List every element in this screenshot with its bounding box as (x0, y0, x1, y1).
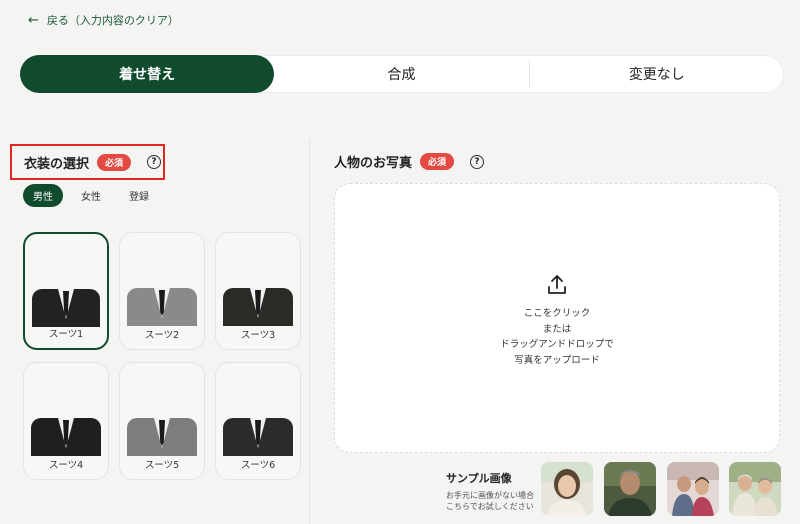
gender-tab-male[interactable]: 男性 (23, 184, 63, 207)
arrow-left-icon: ← (28, 12, 39, 28)
sample-person-image (729, 462, 781, 516)
photo-section-title: 人物のお写真 必須 ? (334, 152, 485, 171)
required-badge: 必須 (97, 153, 132, 171)
help-icon[interactable]: ? (470, 154, 485, 169)
suit-image (32, 289, 100, 327)
suit-image (127, 418, 197, 456)
tab-no-change[interactable]: 変更なし (530, 55, 784, 93)
suit-image (31, 418, 101, 456)
sample-thumbnail-couple[interactable] (667, 462, 719, 516)
costume-card-label: スーツ6 (240, 460, 276, 471)
mode-tabs: 着せ替え 合成 変更なし (20, 55, 784, 93)
back-link[interactable]: ← 戻る（入力内容のクリア） (28, 12, 179, 28)
costume-title: 衣装の選択 (24, 156, 90, 172)
sample-thumbnail-woman[interactable] (541, 462, 593, 516)
upload-icon (548, 275, 566, 294)
costume-section-title: 衣装の選択 必須 ? (10, 144, 165, 180)
sample-title: サンプル画像 (446, 472, 512, 485)
gender-tab-female[interactable]: 女性 (71, 184, 111, 207)
tab-dress-up[interactable]: 着せ替え (20, 55, 275, 93)
required-badge: 必須 (420, 153, 455, 170)
help-icon[interactable]: ? (147, 155, 162, 169)
costume-card-label: スーツ5 (144, 460, 180, 471)
costume-card[interactable]: スーツ6 (215, 362, 301, 480)
upload-line: または (542, 323, 572, 335)
costume-card[interactable]: スーツ3 (215, 232, 301, 350)
upload-line: ドラッグアンドドロップで (500, 339, 614, 350)
costume-card-label: スーツ4 (48, 460, 84, 471)
suit-image (223, 418, 293, 456)
photo-title: 人物のお写真 (334, 156, 413, 171)
photo-upload-dropzone[interactable]: ここをクリック または ドラッグアンドドロップで 写真をアップロード (334, 183, 780, 453)
sample-thumbnail-elderly-couple[interactable] (729, 462, 781, 516)
sample-person-image (604, 462, 656, 516)
upload-instructions: ここをクリック または ドラッグアンドドロップで 写真をアップロード (335, 306, 779, 368)
sample-section: サンプル画像 お手元に画像がない場合 こちらでお試しください (446, 470, 534, 512)
column-divider (309, 140, 310, 524)
back-label: 戻る（入力内容のクリア） (46, 14, 179, 27)
gender-tab-registered[interactable]: 登録 (119, 184, 159, 207)
sample-person-image (541, 462, 593, 516)
upload-line: 写真をアップロード (514, 354, 600, 366)
suit-image (127, 288, 197, 326)
costume-card-label: スーツ1 (48, 329, 84, 340)
upload-line: ここをクリック (523, 308, 591, 319)
costume-card[interactable]: スーツ5 (119, 362, 205, 480)
costume-card[interactable]: スーツ1 (23, 232, 109, 350)
sample-note-line: お手元に画像がない場合 (446, 491, 534, 500)
suit-image (223, 288, 293, 326)
costume-card-label: スーツ3 (240, 330, 276, 341)
sample-note-line: こちらでお試しください (446, 502, 534, 511)
costume-card[interactable]: スーツ2 (119, 232, 205, 350)
costume-card-label: スーツ2 (144, 330, 180, 341)
sample-note: お手元に画像がない場合 こちらでお試しください (446, 490, 534, 512)
gender-tabs: 男性 女性 登録 (23, 184, 159, 207)
costume-card[interactable]: スーツ4 (23, 362, 109, 480)
sample-person-image (667, 462, 719, 516)
sample-thumbnail-man[interactable] (604, 462, 656, 516)
tab-composite[interactable]: 合成 (274, 55, 528, 93)
